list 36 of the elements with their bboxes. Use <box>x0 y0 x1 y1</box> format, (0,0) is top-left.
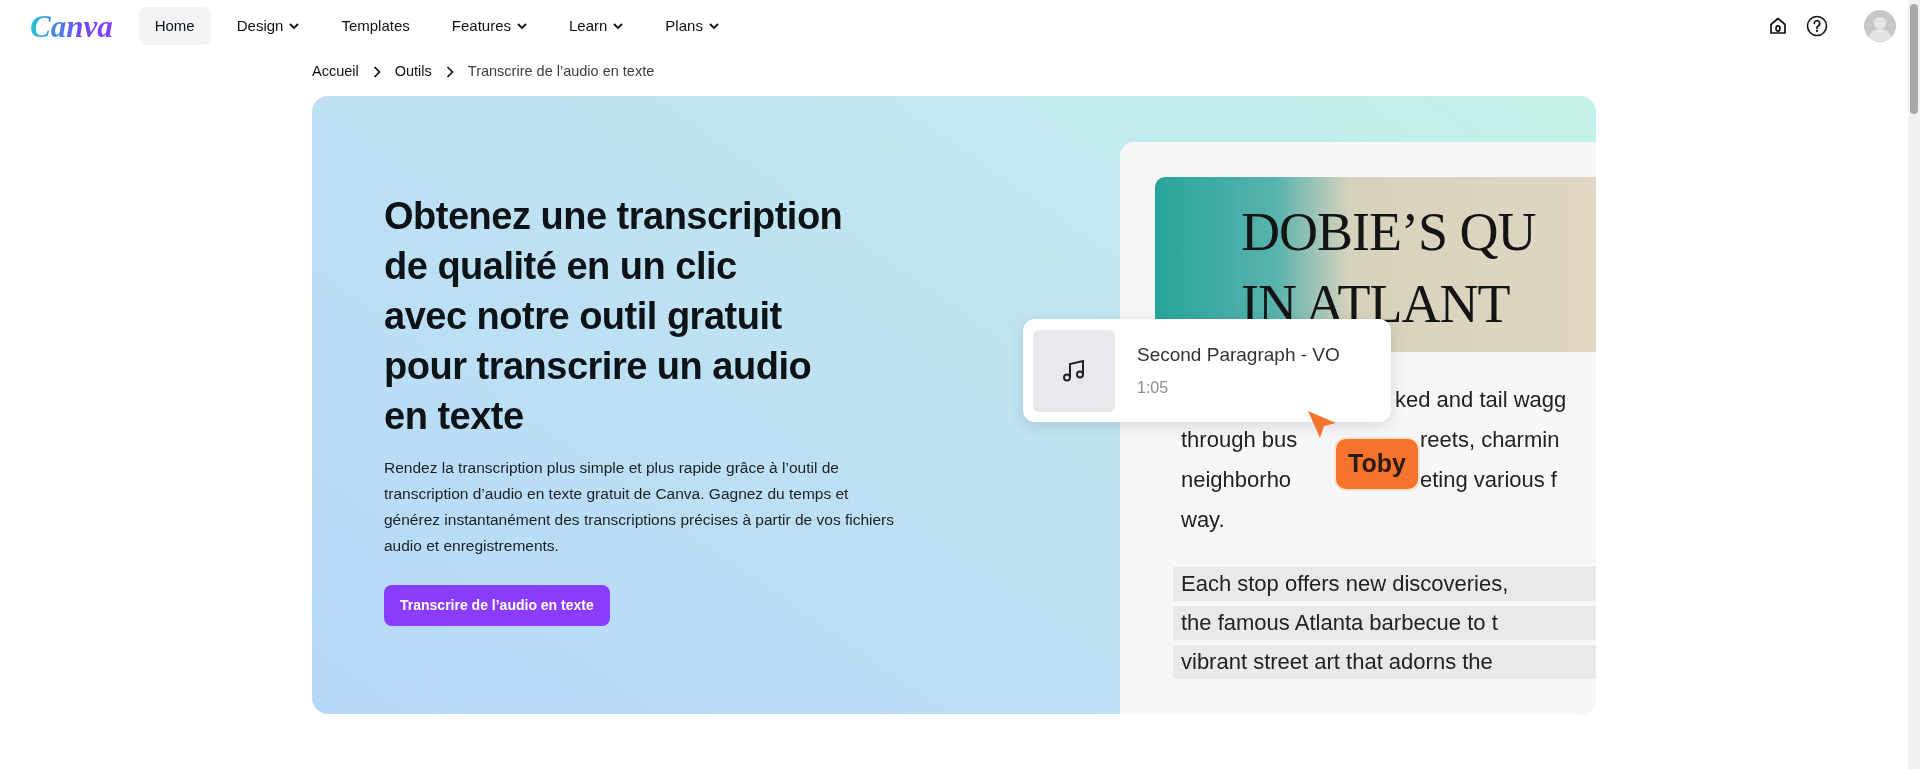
chevron-right-icon <box>445 66 454 78</box>
chevron-right-icon <box>372 66 381 78</box>
document-text: way. <box>1181 506 1225 534</box>
highlighted-text: the famous Atlanta barbecue to t <box>1173 606 1596 640</box>
document-text: eting various f <box>1420 466 1557 494</box>
avatar[interactable] <box>1864 10 1896 42</box>
audio-duration: 1:05 <box>1137 377 1170 398</box>
nav-item[interactable]: Learn <box>553 6 640 46</box>
chevron-down-icon <box>517 22 527 30</box>
chevron-down-icon <box>289 22 300 30</box>
music-note-icon <box>1061 357 1087 384</box>
highlighted-text: vibrant street art that adorns the <box>1173 645 1596 679</box>
scrollbar[interactable] <box>1908 0 1920 769</box>
breadcrumb-link[interactable]: Accueil <box>312 61 359 83</box>
help-icon[interactable] <box>1806 15 1828 37</box>
scrollbar-thumb[interactable] <box>1910 4 1918 114</box>
breadcrumb-current: Transcrire de l’audio en texte <box>467 62 655 82</box>
chevron-down-icon <box>708 22 719 30</box>
breadcrumb-link[interactable]: Outils <box>394 61 432 83</box>
nav-item[interactable]: Features <box>435 6 543 46</box>
audio-title: Second Paragraph - VO <box>1137 343 1340 368</box>
nav-item[interactable]: Templates <box>325 6 426 46</box>
cursor-name-tag: Toby <box>1334 437 1420 491</box>
document-text: through bus <box>1181 426 1298 454</box>
nav-item[interactable]: Home <box>138 6 211 46</box>
highlighted-text: Each stop offers new discoveries, <box>1173 567 1596 601</box>
nav-item[interactable]: Plans <box>649 6 735 46</box>
chevron-down-icon <box>613 22 624 30</box>
document-text: neighborho <box>1181 466 1292 494</box>
document-text: reets, charmin <box>1420 426 1560 454</box>
hero-title: Obtenez une transcription de qualité en un clic avec notre outil gratuit pour transcrire un audio en texte <box>384 194 843 439</box>
house-icon[interactable] <box>1768 16 1788 36</box>
hero-description: Rendez la transcription plus simple et plus rapide grâce à l’outil de transcription d’audio en texte gratuit de Canva. Gagnez du temps et générez instantanément des transcriptions précises à partir de vos fichiers audio et enregistrements. <box>384 458 896 556</box>
cta-button[interactable]: Transcrire de l’audio en texte <box>384 585 610 626</box>
nav-item[interactable]: Design <box>220 6 316 46</box>
document-text: ked and tail wagg <box>1395 386 1567 414</box>
